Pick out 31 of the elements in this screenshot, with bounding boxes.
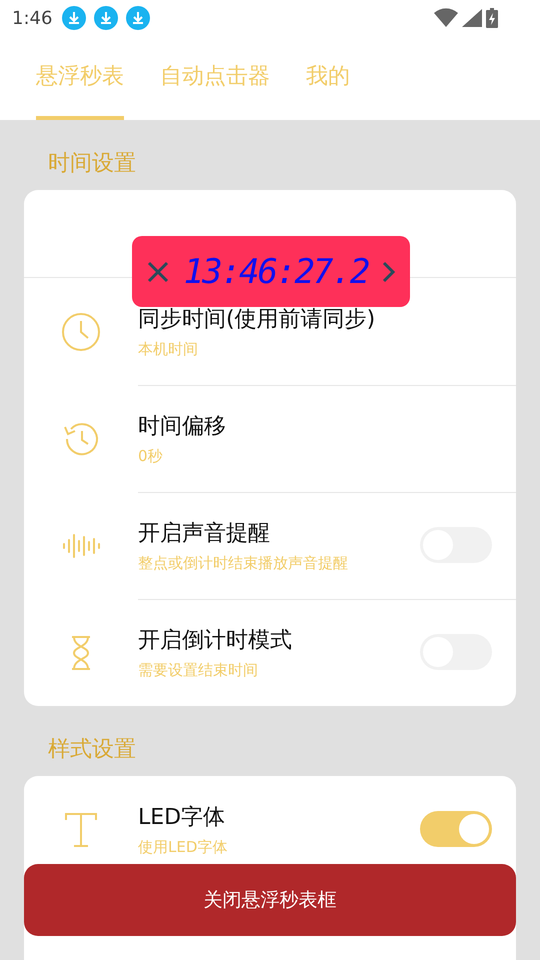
setting-title: 开启声音提醒 (138, 520, 271, 548)
section-title: 样式设置 (47, 736, 137, 764)
tab[interactable]: 悬浮秒表 (36, 36, 124, 120)
floating-stopwatch[interactable]: 13:46:27.2 (132, 236, 410, 307)
tab[interactable]: 我的 (306, 36, 350, 120)
setting-subtitle: 0秒 (138, 446, 164, 466)
chevron-right-icon[interactable] (382, 260, 396, 284)
close-icon[interactable] (146, 260, 170, 284)
section-title: 时间设置 (47, 150, 137, 178)
setting-subtitle: 使用LED字体 (138, 838, 228, 856)
wifi-icon (434, 8, 458, 28)
setting-subtitle: 本机时间 (138, 340, 199, 358)
text-icon (64, 812, 98, 848)
setting-title: LED字体 (138, 804, 226, 832)
toggle-switch[interactable] (420, 811, 492, 847)
clock-time: 1:46 (12, 8, 52, 28)
download-icon (62, 6, 86, 30)
hourglass-icon (69, 634, 93, 670)
setting-subtitle: 整点或倒计时结束播放声音提醒 (138, 554, 349, 572)
close-stopwatch-button[interactable]: 关闭悬浮秒表框 (24, 864, 516, 936)
battery-icon (486, 8, 498, 28)
signal-icon (462, 9, 482, 27)
setting-title: 时间偏移 (138, 412, 227, 440)
tab[interactable]: 自动点击器 (160, 36, 270, 120)
setting-subtitle: 需要设置结束时间 (138, 660, 259, 680)
setting-title: 同步时间(使用前请同步) (138, 306, 376, 334)
download-icon (126, 6, 150, 30)
download-icon (94, 6, 118, 30)
stopwatch-time: 13:46:27.2 (184, 252, 368, 292)
clock-icon (61, 312, 101, 352)
setting-title: 开启倒计时模式 (138, 626, 293, 654)
